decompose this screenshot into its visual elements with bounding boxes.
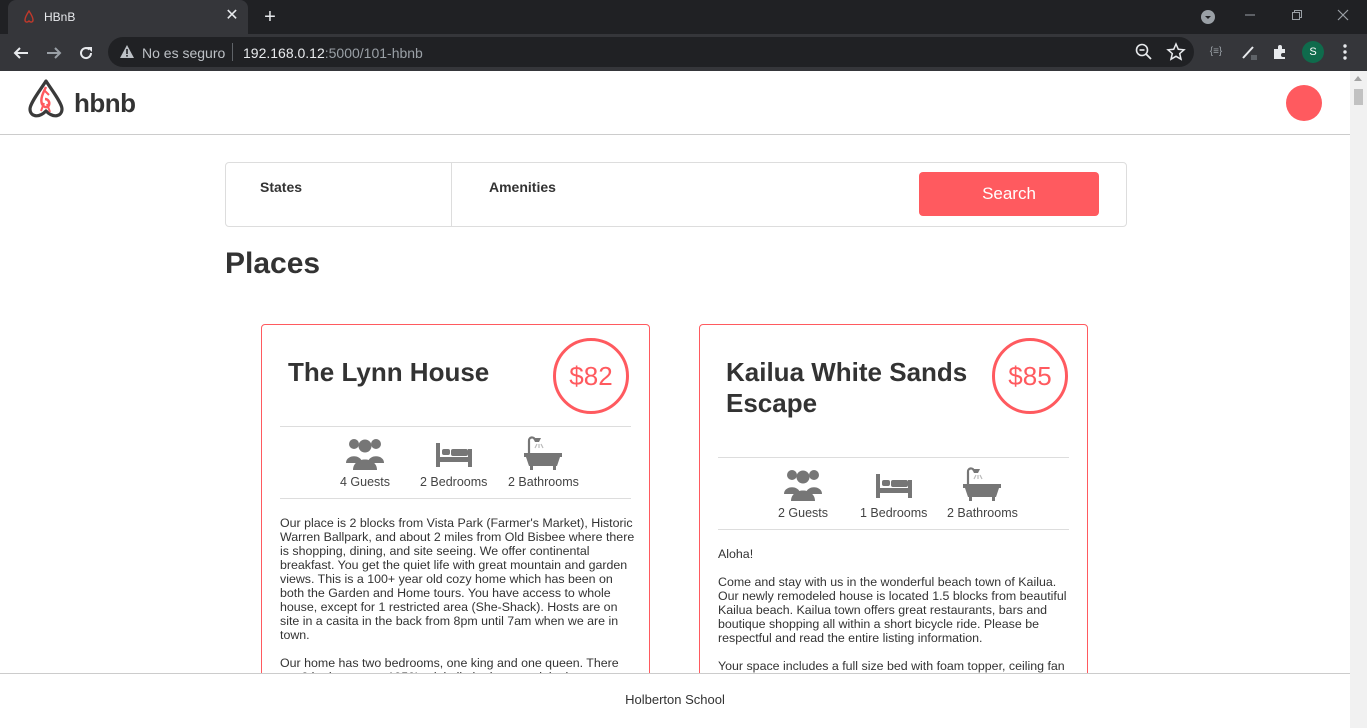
bathrooms-text: 2 Bathrooms: [947, 506, 1018, 520]
bathrooms-info: 2 Bathrooms: [947, 466, 1018, 520]
place-card[interactable]: Kailua White Sands Escape $85 2 Guests 1…: [699, 324, 1088, 728]
guests-text: 4 Guests: [340, 475, 391, 489]
new-tab-button[interactable]: +: [258, 5, 282, 29]
bathrooms-text: 2 Bathrooms: [508, 475, 579, 489]
footer-text: Holberton School: [625, 692, 725, 707]
url-path: :5000/101-hbnb: [324, 45, 423, 61]
browser-tab[interactable]: HBnB ✕: [8, 0, 248, 34]
guests-text: 2 Guests: [778, 506, 829, 520]
zoom-icon[interactable]: [1134, 42, 1154, 62]
forward-icon[interactable]: [41, 40, 67, 66]
url-host: 192.168.0.12: [243, 45, 325, 61]
bed-icon: [435, 443, 472, 467]
extensions-puzzle-icon[interactable]: [1269, 41, 1291, 63]
browser-tab-bar: HBnB ✕ +: [0, 0, 1367, 34]
address-separator: [232, 43, 233, 61]
hbnb-logo-icon: [28, 79, 64, 118]
reload-icon[interactable]: [73, 40, 99, 66]
page-viewport: hbnb States Amenities Search Places The …: [0, 71, 1350, 728]
url-text[interactable]: 192.168.0.12:5000/101-hbnb: [243, 45, 423, 61]
tab-search-icon[interactable]: [1196, 6, 1220, 28]
bedrooms-info: 2 Bedrooms: [420, 435, 487, 489]
guests-info: 4 Guests: [340, 435, 390, 489]
bathrooms-info: 2 Bathrooms: [508, 435, 579, 489]
place-information: 2 Guests 1 Bedrooms 2 Bathrooms: [718, 457, 1069, 530]
bedrooms-text: 2 Bedrooms: [420, 475, 488, 489]
address-bar[interactable]: No es seguro 192.168.0.12:5000/101-hbnb: [108, 37, 1194, 67]
bedrooms-info: 1 Bedrooms: [860, 466, 927, 520]
scroll-up-icon[interactable]: [1354, 76, 1362, 81]
browser-toolbar: No es seguro 192.168.0.12:5000/101-hbnb …: [0, 34, 1367, 71]
description-paragraph: Our place is 2 blocks from Vista Park (F…: [280, 516, 635, 642]
states-filter[interactable]: States: [226, 163, 452, 226]
page-scrollbar[interactable]: [1350, 71, 1367, 728]
minimize-icon[interactable]: [1238, 6, 1262, 28]
close-window-icon[interactable]: [1331, 6, 1355, 28]
place-information: 4 Guests 2 Bedrooms 2 Bathrooms: [280, 426, 631, 499]
places-title: Places: [225, 247, 321, 280]
description-paragraph: Come and stay with us in the wonderful b…: [718, 575, 1067, 645]
amenities-filter[interactable]: Amenities: [453, 163, 913, 226]
logo-text: hbnb: [74, 88, 136, 118]
guests-icon: [346, 439, 385, 470]
states-filter-label: States: [260, 179, 303, 195]
security-label[interactable]: No es seguro: [142, 45, 225, 61]
bookmark-star-icon[interactable]: [1166, 42, 1186, 62]
extension-pen-icon[interactable]: [1238, 41, 1260, 63]
price-by-night: $85: [992, 338, 1068, 414]
user-avatar[interactable]: [1286, 85, 1322, 121]
site-footer: Holberton School: [0, 673, 1350, 728]
hbnb-favicon-icon: [24, 10, 34, 23]
guests-info: 2 Guests: [778, 466, 828, 520]
description-paragraph: Aloha!: [718, 547, 754, 561]
place-name: Kailua White Sands Escape: [726, 357, 968, 418]
warning-icon[interactable]: [119, 44, 135, 60]
scrollbar-thumb[interactable]: [1354, 89, 1363, 105]
search-button[interactable]: Search: [919, 172, 1099, 216]
profile-avatar[interactable]: S: [1302, 41, 1324, 63]
guests-icon: [784, 470, 823, 501]
place-card[interactable]: The Lynn House $82 4 Guests 2 Bedrooms 2…: [261, 324, 650, 728]
bedrooms-text: 1 Bedrooms: [860, 506, 928, 520]
menu-kebab-icon[interactable]: [1334, 41, 1356, 63]
place-description: Our place is 2 blocks from Vista Park (F…: [280, 516, 635, 698]
price-by-night: $82: [553, 338, 629, 414]
place-name: The Lynn House: [288, 357, 490, 387]
site-header: hbnb: [0, 71, 1350, 135]
restore-icon[interactable]: [1285, 6, 1309, 28]
bathtub-icon: [524, 436, 563, 470]
tab-title: HBnB: [44, 10, 76, 24]
hbnb-logo[interactable]: hbnb: [24, 77, 144, 122]
amenities-filter-label: Amenities: [489, 179, 556, 195]
filters-bar: States Amenities Search: [225, 162, 1127, 227]
bed-icon: [875, 474, 912, 498]
back-icon[interactable]: [8, 40, 34, 66]
bathtub-icon: [963, 467, 1002, 501]
tab-close-icon[interactable]: ✕: [222, 6, 242, 26]
extension-json-icon[interactable]: {≡}: [1205, 41, 1227, 63]
